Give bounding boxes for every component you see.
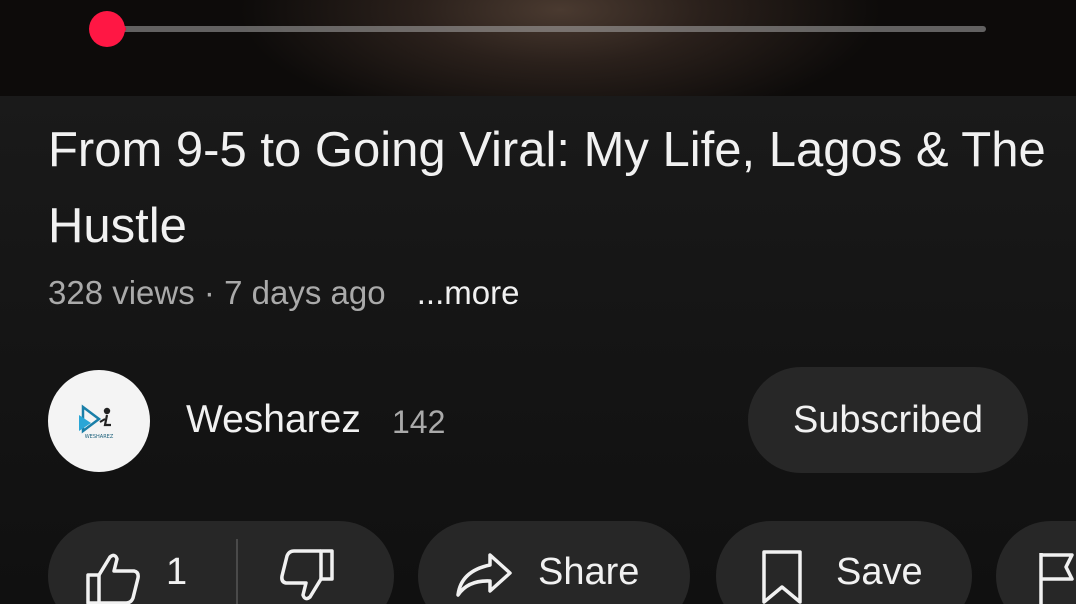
meta-separator: · — [203, 274, 215, 311]
upload-age: 7 days ago — [224, 274, 386, 311]
channel-avatar[interactable]: WESHAREZ — [48, 370, 150, 472]
dislike-button[interactable] — [238, 521, 394, 604]
bookmark-icon — [762, 550, 802, 604]
wesharez-logo-icon: WESHAREZ — [79, 404, 114, 440]
like-count: 1 — [166, 551, 188, 593]
progress-scrubber-handle[interactable] — [89, 11, 125, 47]
share-button[interactable]: Share — [418, 521, 690, 604]
thumbs-up-icon — [86, 553, 140, 604]
thumbs-down-icon — [280, 549, 334, 601]
share-label: Share — [538, 551, 640, 593]
video-metadata[interactable]: 328 views · 7 days ago ...more — [48, 274, 519, 312]
like-button[interactable]: 1 — [48, 521, 236, 604]
view-count: 328 views — [48, 274, 195, 311]
video-title: From 9-5 to Going Viral: My Life, Lagos … — [48, 123, 1046, 253]
share-arrow-icon — [456, 553, 512, 597]
report-button[interactable] — [996, 521, 1076, 604]
save-button[interactable]: Save — [716, 521, 972, 604]
subscriber-count: 142 — [392, 404, 446, 440]
save-label: Save — [836, 551, 923, 593]
video-watch-page: From 9-5 to Going Viral: My Life, Lagos … — [0, 0, 1076, 604]
video-player[interactable] — [0, 0, 1076, 96]
subscribed-button[interactable]: Subscribed — [748, 367, 1028, 473]
channel-name[interactable]: Wesharez — [186, 398, 361, 442]
flag-icon — [1039, 553, 1074, 604]
more-description-link[interactable]: ...more — [417, 274, 520, 311]
svg-text:WESHAREZ: WESHAREZ — [85, 434, 114, 440]
progress-bar[interactable] — [108, 26, 986, 32]
like-dislike-group: 1 — [48, 521, 394, 604]
